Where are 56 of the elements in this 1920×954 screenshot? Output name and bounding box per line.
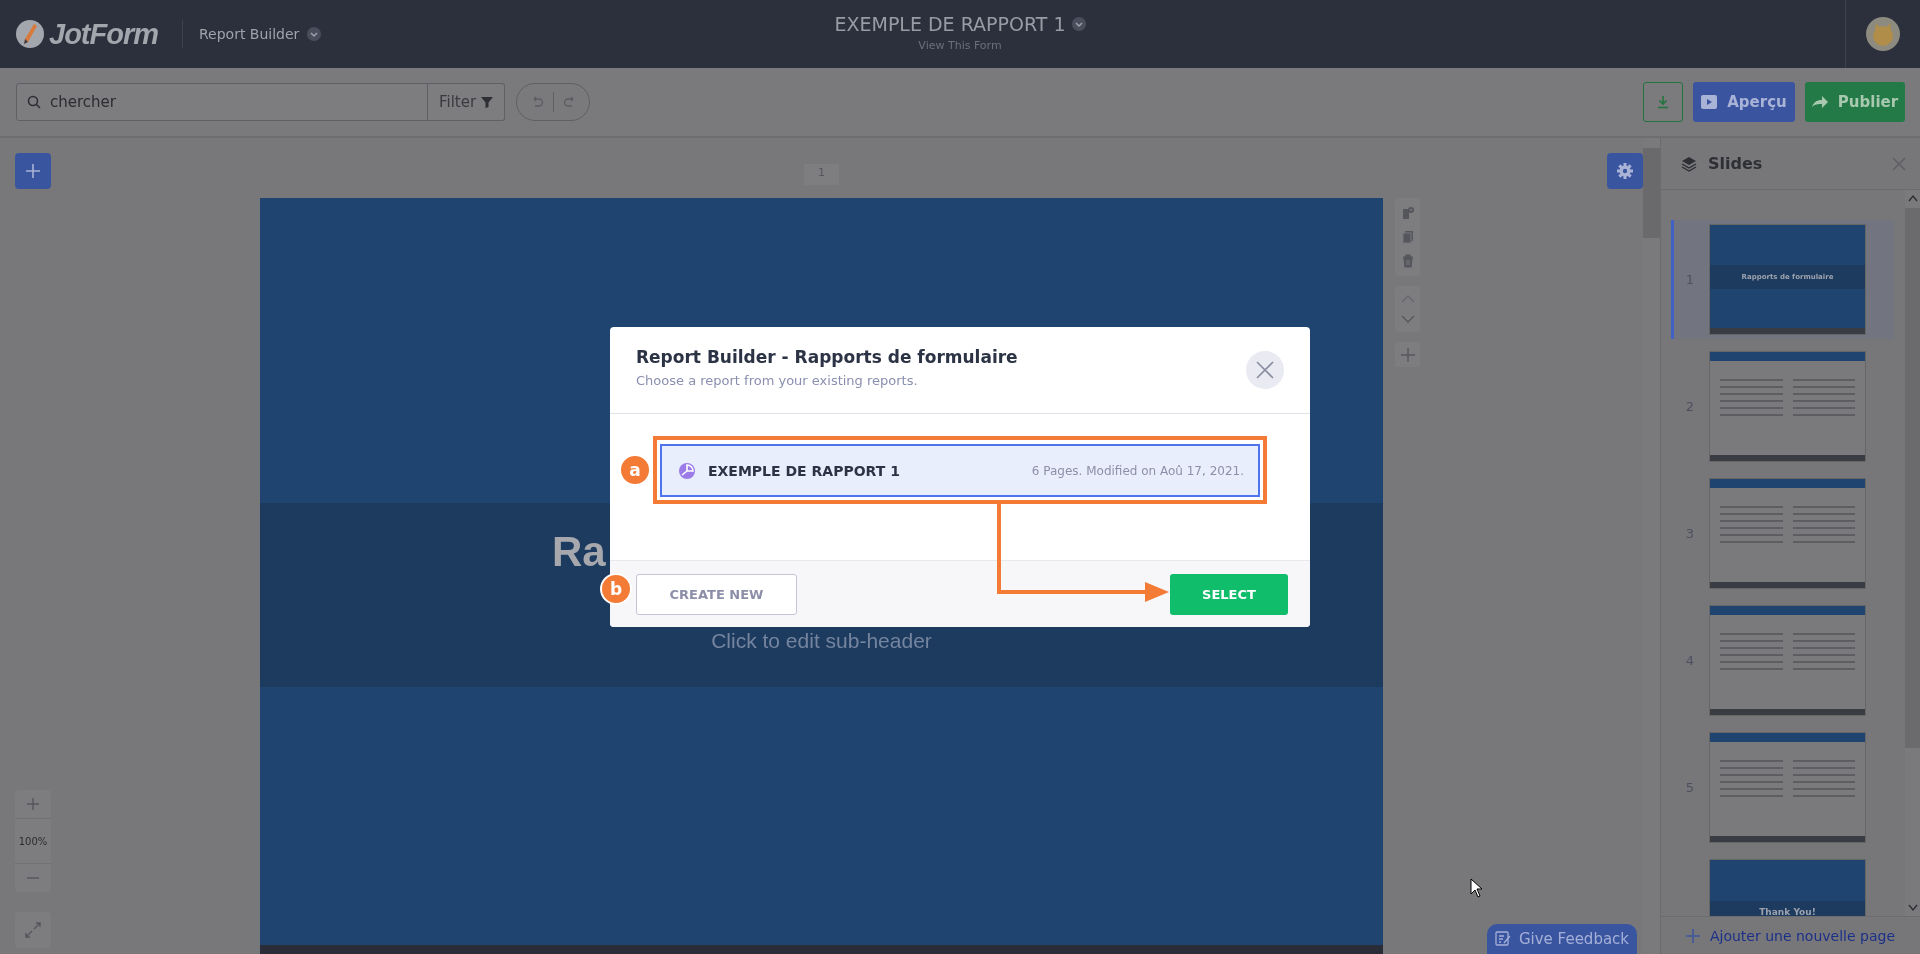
caret-icon (307, 27, 322, 41)
form-title[interactable]: EXEMPLE DE RAPPORT 1 (834, 13, 1066, 35)
slide-title[interactable]: Ra (552, 531, 606, 573)
pie-chart-icon (678, 461, 696, 480)
fullscreen-button[interactable] (15, 912, 51, 948)
select-button[interactable]: SELECT (1170, 573, 1288, 615)
publish-button[interactable]: Publier (1805, 82, 1905, 122)
view-form-link[interactable]: View This Form (918, 39, 1002, 52)
preview-button[interactable]: Aperçu (1693, 82, 1795, 122)
settings-button[interactable] (1607, 153, 1643, 189)
logo-wordmark: JotForm (49, 17, 158, 51)
dialog-title: Report Builder - Rapports de formulaire (636, 346, 1019, 367)
share-arrow-icon (1811, 96, 1828, 108)
slide-list-item[interactable]: Thank You! (1671, 855, 1894, 916)
feedback-button[interactable]: Give Feedback (1487, 924, 1637, 954)
report-item[interactable]: EXEMPLE DE RAPPORT 1 6 Pages. Modified on Aoû 17, 2021. (660, 444, 1260, 497)
download-icon (1656, 95, 1670, 109)
dialog-subtitle: Choose a report from your existing reports. (636, 372, 919, 388)
search-field[interactable]: chercher (16, 83, 428, 121)
report-meta: 6 Pages. Modified on Aoû 17, 2021. (1031, 463, 1244, 478)
expand-icon (25, 922, 41, 938)
layers-icon (1681, 155, 1697, 172)
plus-icon (25, 163, 41, 179)
plus-icon (27, 798, 39, 810)
add-slide-button[interactable] (1395, 342, 1420, 367)
add-page-button[interactable]: Ajouter une nouvelle page (1661, 916, 1920, 954)
plus-icon (1685, 928, 1700, 943)
trash-icon[interactable] (1400, 254, 1415, 268)
chevron-up-icon (1907, 194, 1918, 202)
page-settings-icon[interactable] (1400, 206, 1415, 220)
thumbnail-heading: Thank You! (1759, 906, 1816, 916)
close-icon (1256, 361, 1274, 379)
close-button[interactable] (1246, 351, 1284, 389)
avatar[interactable] (1866, 17, 1900, 51)
create-new-button[interactable]: CREATE NEW (636, 573, 797, 615)
mouse-cursor-icon (1470, 878, 1484, 898)
app-menu[interactable]: Report Builder (182, 20, 322, 48)
close-icon[interactable] (1892, 156, 1906, 171)
panel-title: Slides (1708, 154, 1763, 173)
play-icon (1701, 95, 1718, 109)
chevron-down-icon (1907, 904, 1918, 912)
download-button[interactable] (1643, 82, 1683, 122)
feedback-icon (1494, 931, 1511, 947)
slide-subheader[interactable]: Click to edit sub-header (711, 629, 932, 653)
zoom-level: 100% (15, 818, 51, 864)
add-element-button[interactable] (15, 153, 51, 189)
report-name: EXEMPLE DE RAPPORT 1 (708, 462, 900, 479)
settings-icon (1617, 163, 1633, 179)
pencil-logo-icon (15, 19, 45, 49)
plus-icon (1400, 347, 1415, 362)
copy-icon[interactable] (1400, 230, 1415, 244)
funnel-icon (481, 96, 494, 108)
filter-button[interactable]: Filter (428, 83, 505, 121)
annotation-badge: a (619, 454, 651, 486)
chevron-down-icon[interactable] (1400, 314, 1415, 324)
caret-icon[interactable] (1071, 17, 1086, 31)
